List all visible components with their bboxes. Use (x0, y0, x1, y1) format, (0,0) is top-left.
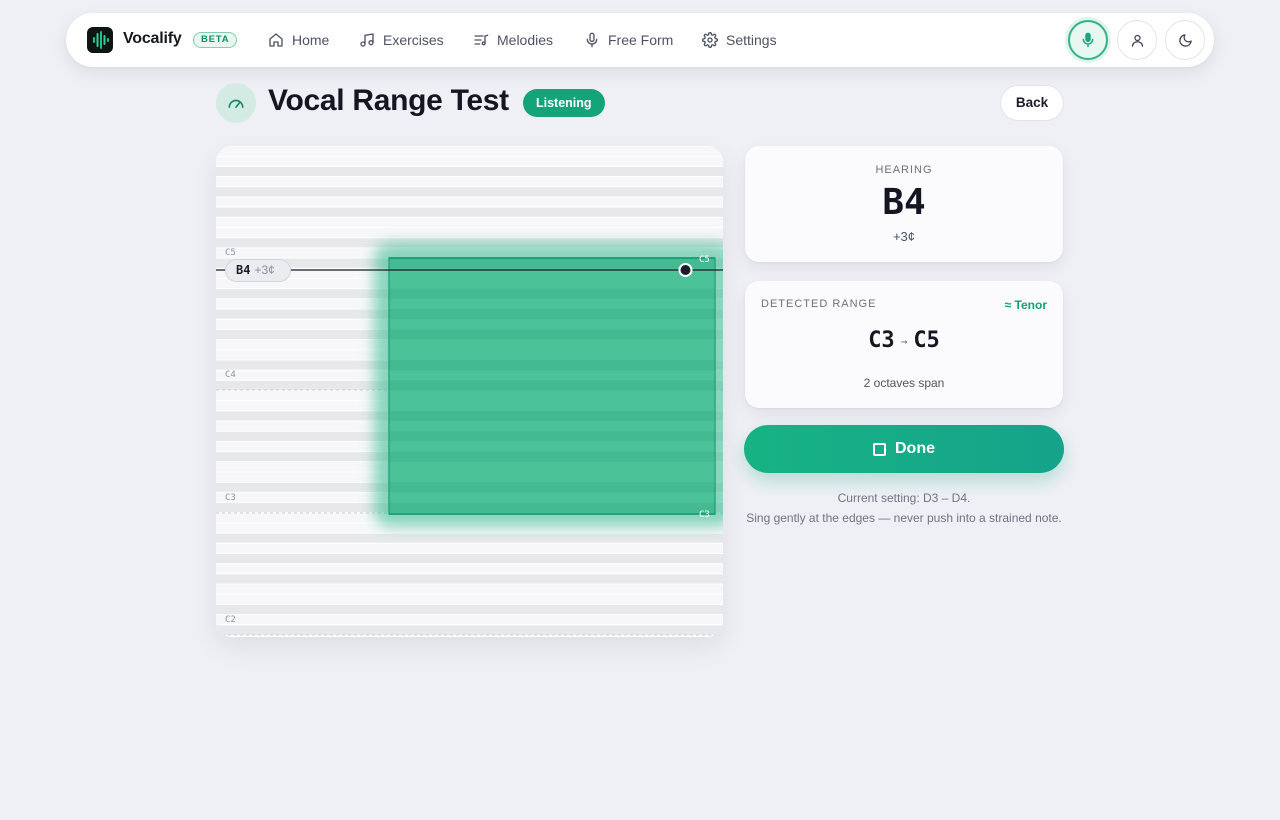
music-note-icon (360, 33, 374, 47)
sing-gently-hint: Sing gently at the edges — never push in… (746, 511, 1062, 525)
nav-home[interactable]: Home (268, 31, 329, 49)
pitch-staff: C5 C3 (216, 146, 723, 636)
band-row (389, 258, 715, 269)
nav-melodies[interactable]: Melodies (473, 31, 553, 49)
staff-row (216, 217, 723, 228)
microphone-icon (586, 32, 598, 48)
brand-name[interactable]: Vocalify (123, 30, 182, 48)
staff-row (216, 594, 723, 605)
range-top-label: C5 (699, 255, 710, 265)
top-navbar: Vocalify BETA Home Exercises Melodies Fr… (66, 13, 1214, 67)
current-setting-hint: Current setting: D3 – D4. (837, 491, 971, 505)
profile-button[interactable] (1117, 20, 1157, 60)
logo-icon[interactable] (87, 27, 113, 53)
staff-row (216, 176, 723, 187)
hearing-label: HEARING (875, 164, 933, 176)
hearing-card: HEARING B4 +3¢ (745, 146, 1063, 262)
theme-toggle-button[interactable] (1165, 20, 1205, 60)
staff-row (216, 573, 723, 585)
band-row (389, 502, 715, 513)
microphone-icon (1082, 32, 1094, 48)
detected-range-card: DETECTED RANGE ≈ Tenor C3 → C5 2 octaves s… (745, 281, 1063, 408)
hearing-note: B4 (882, 182, 926, 223)
staff-row (216, 533, 723, 544)
back-button[interactable]: Back (1000, 85, 1064, 121)
done-button[interactable]: Done (744, 425, 1064, 473)
staff-row (216, 543, 723, 554)
octave-label-c4: C4 (225, 370, 236, 380)
band-row (389, 380, 715, 391)
playlist-icon (474, 34, 489, 46)
range-bottom-label: C3 (699, 510, 710, 520)
nav-free-form[interactable]: Free Form (584, 31, 673, 49)
stop-icon (873, 442, 886, 456)
staff-row (216, 166, 723, 177)
staff-row (216, 207, 723, 218)
pitch-visualizer: C5 C3 C5 C4 C3 C2 B4 +3¢ (216, 146, 723, 637)
moon-icon (1178, 33, 1192, 47)
band-row (389, 359, 715, 371)
nav-exercises[interactable]: Exercises (359, 31, 444, 49)
nav-exercises-label: Exercises (383, 32, 444, 48)
page-title: Vocal Range Test (268, 84, 509, 117)
home-icon (269, 33, 283, 47)
band-row (389, 451, 715, 462)
nav-settings[interactable]: Settings (702, 31, 777, 49)
band-row (389, 329, 715, 340)
band-row (389, 431, 715, 442)
nav-free-form-label: Free Form (608, 32, 674, 48)
octave-label-c5: C5 (225, 248, 236, 258)
microphone-toggle-button[interactable] (1068, 20, 1108, 60)
current-cents: +3¢ (254, 263, 275, 277)
voice-type: ≈ Tenor (1004, 298, 1047, 312)
current-note: B4 (236, 263, 251, 277)
current-note-pill: B4 +3¢ (225, 259, 291, 282)
staff-row (216, 227, 723, 238)
arrow-right-icon: → (900, 334, 908, 348)
range-high: C5 (913, 328, 940, 353)
staff-row (216, 156, 723, 167)
band-row (389, 288, 715, 299)
band-row (389, 410, 715, 422)
hearing-cents: +3¢ (892, 229, 916, 244)
range-display: C3 → C5 (745, 328, 1063, 353)
gauge-icon (216, 83, 256, 123)
beta-badge: BETA (193, 32, 238, 48)
staff-row (216, 196, 723, 208)
range-low: C3 (868, 328, 895, 353)
nav-melodies-label: Melodies (497, 32, 554, 48)
staff-row (216, 146, 723, 157)
pitch-marker (678, 263, 693, 277)
band-row (389, 482, 715, 493)
gear-icon (702, 32, 718, 48)
user-icon (1131, 34, 1143, 47)
detected-range-label: DETECTED RANGE (761, 298, 877, 310)
staff-row (216, 553, 723, 564)
octave-label-c3: C3 (225, 493, 236, 503)
nav-home-label: Home (292, 32, 330, 48)
staff-row (216, 563, 723, 574)
staff-row (216, 584, 723, 595)
staff-row (216, 614, 723, 625)
done-label: Done (895, 440, 935, 457)
band-row (389, 309, 715, 320)
staff-row (216, 186, 723, 197)
staff-row (216, 624, 723, 635)
octave-label-c2: C2 (225, 615, 236, 625)
range-span: 2 octaves span (863, 376, 945, 390)
status-badge: Listening (523, 89, 605, 117)
nav-settings-label: Settings (726, 32, 777, 48)
staff-row (216, 604, 723, 615)
